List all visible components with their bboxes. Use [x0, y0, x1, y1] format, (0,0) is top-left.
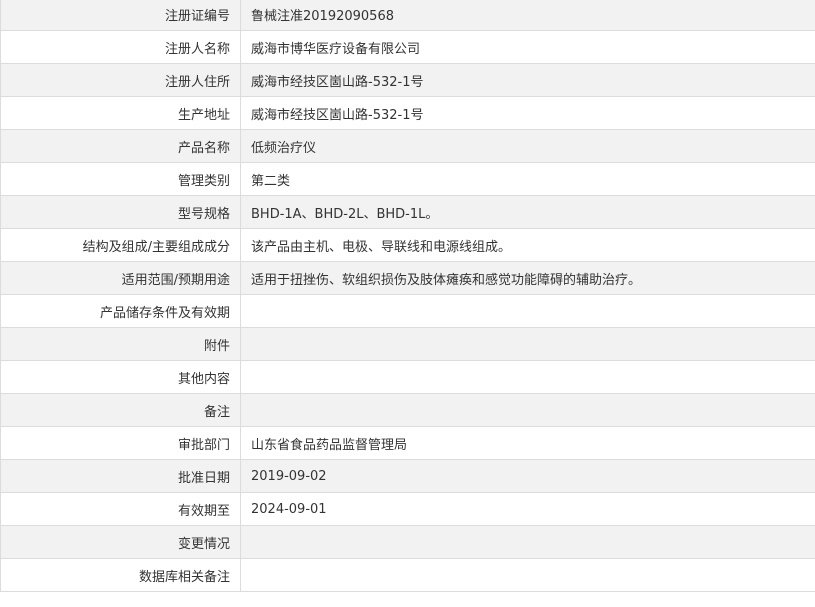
row-label: 产品名称: [0, 129, 241, 163]
row-value: [240, 294, 815, 328]
row-value: 山东省食品药品监督管理局: [240, 426, 815, 460]
row-label: 注册人名称: [0, 30, 241, 64]
table-row-other-content: 其他内容: [0, 360, 815, 394]
row-label: 备注: [0, 393, 241, 427]
row-label: 审批部门: [0, 426, 241, 460]
row-label: 注册人住所: [0, 63, 241, 97]
table-row-registrant-address: 注册人住所 威海市经技区崮山路-532-1号: [0, 63, 815, 97]
row-value: 2019-09-02: [240, 459, 815, 493]
row-value: 威海市经技区崮山路-532-1号: [240, 96, 815, 130]
table-row-attachments: 附件: [0, 327, 815, 361]
row-label: 管理类别: [0, 162, 241, 196]
row-value: [240, 525, 815, 559]
row-label: 生产地址: [0, 96, 241, 130]
table-row-registrant-name: 注册人名称 威海市博华医疗设备有限公司: [0, 30, 815, 64]
table-row-remarks: 备注: [0, 393, 815, 427]
table-row-production-address: 生产地址 威海市经技区崮山路-532-1号: [0, 96, 815, 130]
table-row-storage-validity: 产品储存条件及有效期: [0, 294, 815, 328]
table-row-product-name: 产品名称 低频治疗仪: [0, 129, 815, 163]
row-value: [240, 558, 815, 592]
table-row-structure-composition: 结构及组成/主要组成成分 该产品由主机、电极、导联线和电源线组成。: [0, 228, 815, 262]
row-label: 变更情况: [0, 525, 241, 559]
row-label: 型号规格: [0, 195, 241, 229]
row-value: 2024-09-01: [240, 492, 815, 526]
registration-detail-table: 注册证编号 鲁械注准20192090568 注册人名称 威海市博华医疗设备有限公…: [0, 0, 815, 592]
table-row-model-spec: 型号规格 BHD-1A、BHD-2L、BHD-1L。: [0, 195, 815, 229]
table-row-database-remarks: 数据库相关备注: [0, 558, 815, 592]
table-row-intended-use: 适用范围/预期用途 适用于扭挫伤、软组织损伤及肢体瘫痪和感觉功能障碍的辅助治疗。: [0, 261, 815, 295]
row-value: [240, 360, 815, 394]
table-row-change-history: 变更情况: [0, 525, 815, 559]
table-row-approval-department: 审批部门 山东省食品药品监督管理局: [0, 426, 815, 460]
row-value: 适用于扭挫伤、软组织损伤及肢体瘫痪和感觉功能障碍的辅助治疗。: [240, 261, 815, 295]
table-row-valid-until: 有效期至 2024-09-01: [0, 492, 815, 526]
row-value: BHD-1A、BHD-2L、BHD-1L。: [240, 195, 815, 229]
row-label: 批准日期: [0, 459, 241, 493]
row-label: 注册证编号: [0, 0, 241, 31]
row-label: 适用范围/预期用途: [0, 261, 241, 295]
row-label: 附件: [0, 327, 241, 361]
registration-table-body: 注册证编号 鲁械注准20192090568 注册人名称 威海市博华医疗设备有限公…: [0, 0, 815, 592]
row-label: 结构及组成/主要组成成分: [0, 228, 241, 262]
table-row-management-class: 管理类别 第二类: [0, 162, 815, 196]
row-value: 威海市博华医疗设备有限公司: [240, 30, 815, 64]
row-value: 低频治疗仪: [240, 129, 815, 163]
table-row-approval-date: 批准日期 2019-09-02: [0, 459, 815, 493]
row-value: [240, 327, 815, 361]
table-row-registration-number: 注册证编号 鲁械注准20192090568: [0, 0, 815, 31]
row-value: 鲁械注准20192090568: [240, 0, 815, 31]
row-label: 有效期至: [0, 492, 241, 526]
row-label: 数据库相关备注: [0, 558, 241, 592]
row-value: [240, 393, 815, 427]
row-value: 该产品由主机、电极、导联线和电源线组成。: [240, 228, 815, 262]
row-label: 产品储存条件及有效期: [0, 294, 241, 328]
row-label: 其他内容: [0, 360, 241, 394]
row-value: 第二类: [240, 162, 815, 196]
row-value: 威海市经技区崮山路-532-1号: [240, 63, 815, 97]
